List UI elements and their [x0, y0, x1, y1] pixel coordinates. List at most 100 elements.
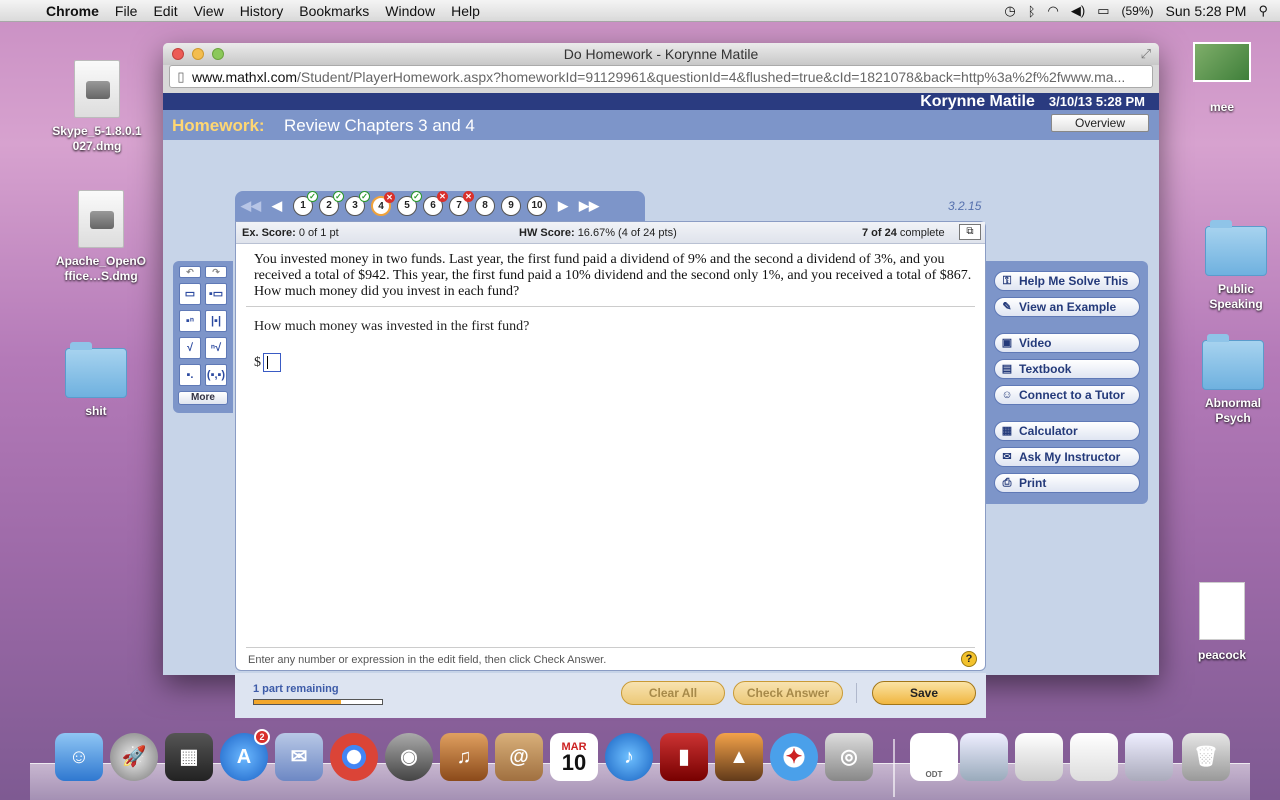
window-thumbnail-4[interactable]: [1125, 733, 1173, 781]
question-button-10[interactable]: 10: [527, 196, 547, 216]
menu-bookmarks[interactable]: Bookmarks: [291, 3, 377, 19]
menu-window[interactable]: Window: [377, 3, 443, 19]
first-question-icon[interactable]: ◀◀: [241, 198, 261, 214]
window-thumbnail-3[interactable]: [1070, 733, 1118, 781]
question-button-6[interactable]: 6 ✕: [423, 191, 448, 216]
help-me-solve-button[interactable]: ⚿ Help Me Solve This: [994, 271, 1140, 291]
app-store-icon[interactable]: A2: [220, 729, 270, 781]
correct-check-icon: ✓: [307, 191, 318, 202]
clear-all-button[interactable]: Clear All: [621, 681, 725, 705]
odt-document-icon[interactable]: ODT: [910, 733, 958, 781]
user-datetime: 3/10/13 5:28 PM: [1048, 94, 1145, 109]
menu-file[interactable]: File: [107, 3, 146, 19]
battery-icon[interactable]: ▭: [1097, 3, 1109, 19]
exponent-icon[interactable]: ▪ⁿ: [179, 310, 201, 332]
question-button-5[interactable]: 5 ✓: [397, 191, 422, 216]
desktop-icon-mee[interactable]: mee: [1172, 42, 1272, 115]
bluetooth-icon[interactable]: ᛒ: [1028, 4, 1036, 19]
spotlight-search-icon[interactable]: ⚲: [1258, 3, 1268, 19]
garageband-icon[interactable]: ♫: [440, 733, 488, 781]
question-number: 5: [404, 200, 410, 211]
more-tools-button[interactable]: More: [178, 391, 228, 405]
learning-aids-sidebar: ⚿ Help Me Solve This ✎ View an Example ▣ Vi…: [986, 261, 1148, 504]
desktop-folder-shit[interactable]: shit: [46, 342, 146, 419]
question-button-9[interactable]: 9: [501, 196, 521, 216]
dock-separator: [893, 739, 895, 797]
answer-input[interactable]: [263, 353, 281, 372]
time-machine-icon[interactable]: ◷: [1004, 3, 1015, 19]
photo-thumbnail-icon: [1193, 42, 1251, 82]
iphoto-icon[interactable]: ▲: [715, 733, 763, 781]
view-example-button[interactable]: ✎ View an Example: [994, 297, 1140, 317]
battery-percent[interactable]: (59%): [1122, 4, 1154, 18]
question-button-2[interactable]: 2 ✓: [319, 191, 344, 216]
score-bar: Ex. Score: 0 of 1 pt HW Score: 16.67% (4…: [236, 222, 985, 244]
user-name: Korynne Matile: [920, 92, 1035, 110]
completion-label: complete: [899, 227, 945, 239]
launchpad-icon[interactable]: 🚀: [110, 733, 158, 781]
photo-booth-icon[interactable]: ▮: [660, 733, 708, 781]
mail-stamp-icon[interactable]: ✉: [275, 733, 323, 781]
desktop-folder-abnormal-psych[interactable]: Abnormal Psych: [1183, 334, 1280, 426]
calculator-button[interactable]: ▦ Calculator: [994, 421, 1140, 441]
question-number: 6: [430, 200, 436, 211]
window-thumbnail-1[interactable]: [960, 733, 1008, 781]
overview-button[interactable]: Overview: [1051, 114, 1149, 132]
preview-icon[interactable]: ◎: [825, 733, 873, 781]
connect-tutor-button[interactable]: ☺ Connect to a Tutor: [994, 385, 1140, 405]
save-button[interactable]: Save: [872, 681, 976, 705]
check-answer-button[interactable]: Check Answer: [733, 681, 843, 705]
mission-control-icon[interactable]: ▦: [165, 733, 213, 781]
menu-help[interactable]: Help: [443, 3, 488, 19]
chrome-icon[interactable]: [330, 733, 378, 781]
itunes-icon[interactable]: ♪: [605, 733, 653, 781]
absolute-value-icon[interactable]: |▪|: [205, 310, 227, 332]
menu-app-chrome[interactable]: Chrome: [40, 3, 107, 19]
question-button-7[interactable]: 7 ✕: [449, 191, 474, 216]
video-button[interactable]: ▣ Video: [994, 333, 1140, 353]
facetime-icon[interactable]: ◉: [385, 733, 433, 781]
trash-icon[interactable]: 🗑: [1182, 733, 1230, 781]
previous-question-icon[interactable]: ◀: [267, 198, 287, 214]
question-number: 4: [378, 201, 384, 212]
square-root-icon[interactable]: √: [179, 337, 201, 359]
help-question-icon[interactable]: ?: [961, 651, 977, 667]
desktop-icon-skype-dmg[interactable]: Skype_5-1.8.0.1027.dmg: [47, 60, 147, 154]
textbook-button[interactable]: ▤ Textbook: [994, 359, 1140, 379]
address-bar[interactable]: ▯ www.mathxl.com /Student/PlayerHomework…: [169, 65, 1153, 88]
window-titlebar[interactable]: Do Homework - Korynne Matile ⤢: [163, 43, 1159, 65]
nth-root-icon[interactable]: ⁿ√: [205, 337, 227, 359]
question-number: 7: [456, 200, 462, 211]
desktop-icon-apache-dmg[interactable]: Apache_OpenOffice…S.dmg: [51, 190, 151, 284]
calendar-icon[interactable]: MAR 10: [550, 733, 598, 781]
redo-icon[interactable]: ↷: [205, 266, 227, 278]
popout-window-icon[interactable]: ⧉: [959, 224, 981, 240]
finder-icon[interactable]: ☺: [55, 733, 103, 781]
menubar-clock[interactable]: Sun 5:28 PM: [1166, 3, 1247, 19]
question-button-8[interactable]: 8: [475, 196, 495, 216]
exercise-score-value: 0 of 1 pt: [298, 227, 339, 239]
decimal-icon[interactable]: ▪.: [179, 364, 201, 386]
menu-edit[interactable]: Edit: [145, 3, 185, 19]
contacts-icon[interactable]: @: [495, 733, 543, 781]
desktop-icon-peacock[interactable]: peacock: [1172, 582, 1272, 663]
fraction-icon[interactable]: ▭: [179, 283, 201, 305]
volume-icon[interactable]: ◀): [1071, 3, 1085, 19]
undo-icon[interactable]: ↶: [179, 266, 201, 278]
question-button-4[interactable]: 4 ✕: [371, 192, 395, 216]
wifi-icon[interactable]: ◠: [1048, 3, 1059, 19]
next-question-icon[interactable]: ▶: [553, 198, 573, 214]
print-button[interactable]: ⎙ Print: [994, 473, 1140, 493]
menu-view[interactable]: View: [186, 3, 232, 19]
fullscreen-icon[interactable]: ⤢: [1141, 46, 1151, 62]
mixed-number-icon[interactable]: ▪▭: [205, 283, 227, 305]
last-question-icon[interactable]: ▶▶: [579, 198, 599, 214]
question-button-1[interactable]: 1 ✓: [293, 191, 318, 216]
safari-icon[interactable]: ✦: [770, 733, 818, 781]
ask-instructor-button[interactable]: ✉ Ask My Instructor: [994, 447, 1140, 467]
ordered-pair-icon[interactable]: (▪,▪): [205, 364, 227, 386]
window-thumbnail-2[interactable]: [1015, 733, 1063, 781]
menu-history[interactable]: History: [232, 3, 292, 19]
question-button-3[interactable]: 3 ✓: [345, 191, 370, 216]
desktop-folder-public-speaking[interactable]: Public Speaking: [1186, 220, 1280, 312]
